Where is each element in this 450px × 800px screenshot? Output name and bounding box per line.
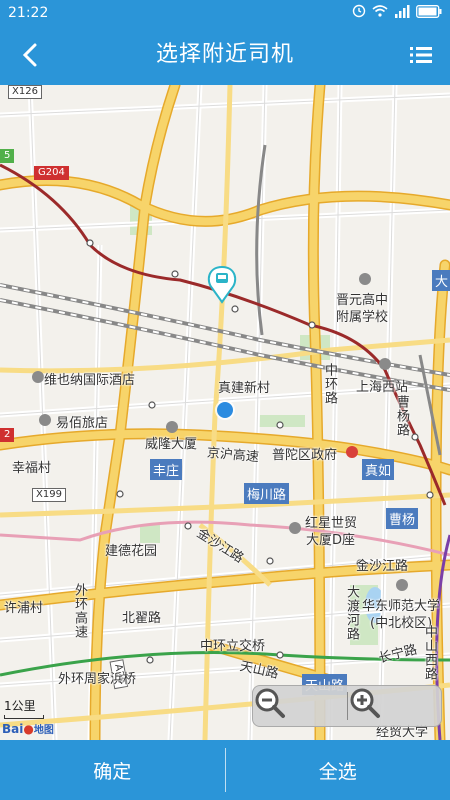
zoom-out-icon xyxy=(255,688,285,718)
map-label: 建德花园 xyxy=(105,544,158,559)
list-icon xyxy=(410,47,432,63)
baidu-map-logo: Bai●地图 xyxy=(2,721,54,736)
map-label: 中环立交桥 xyxy=(200,639,266,654)
map-label: 中山西路 xyxy=(422,625,437,681)
map-label: 附属学校 xyxy=(336,310,389,325)
bus-marker-icon xyxy=(207,265,237,304)
district-label: 曹杨 xyxy=(386,508,419,529)
status-icons xyxy=(352,4,442,21)
zoom-controls xyxy=(252,685,442,727)
map-label: 易佰旅店 xyxy=(56,416,109,431)
road-shield: 2 xyxy=(0,428,15,442)
map-label: 许浦村 xyxy=(4,601,44,616)
map-label: 中环路 xyxy=(322,363,337,405)
signal-icon xyxy=(394,4,410,21)
map-label: 曹杨路 xyxy=(394,395,409,437)
zoom-in-icon xyxy=(350,688,380,718)
paw-icon: ● xyxy=(23,722,34,736)
status-time: 21:22 xyxy=(8,4,49,21)
map-label: 外环高速 xyxy=(72,583,87,639)
district-label: 丰庄 xyxy=(150,459,183,480)
map-label: 上海西站 xyxy=(356,380,409,395)
zoom-out-button[interactable] xyxy=(253,686,347,726)
wifi-icon xyxy=(372,4,388,21)
map-label: 金沙江路 xyxy=(356,559,409,574)
road-shield: X199 xyxy=(32,488,66,502)
map-label: 普陀区政府 xyxy=(272,448,338,463)
map-scale: 1公里 xyxy=(4,697,44,719)
map-label: 大渡河路 xyxy=(344,585,359,641)
scale-text: 1公里 xyxy=(4,699,36,713)
logo-text: Bai xyxy=(2,722,24,736)
select-all-button[interactable]: 全选 xyxy=(226,740,450,800)
title-bar: 选择附近司机 xyxy=(0,25,450,85)
alarm-icon xyxy=(352,4,366,21)
status-bar: 21:22 xyxy=(0,0,450,25)
map-label: 北翟路 xyxy=(122,611,162,626)
logo-suffix: 地图 xyxy=(33,725,54,736)
confirm-button[interactable]: 确定 xyxy=(0,740,225,800)
road-shield: G204 xyxy=(34,166,69,180)
map-label: 外环周家浜桥 xyxy=(58,672,137,687)
battery-icon xyxy=(416,4,442,21)
page-title: 选择附近司机 xyxy=(155,42,294,67)
bottom-action-bar: 确定 全选 xyxy=(0,740,450,800)
district-label: 梅川路 xyxy=(244,483,290,504)
district-label: 大 xyxy=(432,270,450,291)
map-label: 大厦D座 xyxy=(306,533,356,548)
map-label: 威隆大厦 xyxy=(145,437,198,452)
map-label: 真建新村 xyxy=(218,381,271,396)
list-menu-button[interactable] xyxy=(410,43,432,67)
scale-bar xyxy=(4,715,44,719)
district-label: 真如 xyxy=(362,459,395,480)
app-root: 21:22 选择附近司机 X126 G204 5 2 X199 A20 维也纳国… xyxy=(0,0,450,800)
map-label: 维也纳国际酒店 xyxy=(44,373,136,388)
road-shield: X126 xyxy=(8,85,42,99)
zoom-in-button[interactable] xyxy=(348,686,442,726)
map-label: 幸福村 xyxy=(12,461,52,476)
road-shield: 5 xyxy=(0,149,15,163)
map-view[interactable]: X126 G204 5 2 X199 A20 维也纳国际酒店 易佰旅店 幸福村 … xyxy=(0,85,450,740)
